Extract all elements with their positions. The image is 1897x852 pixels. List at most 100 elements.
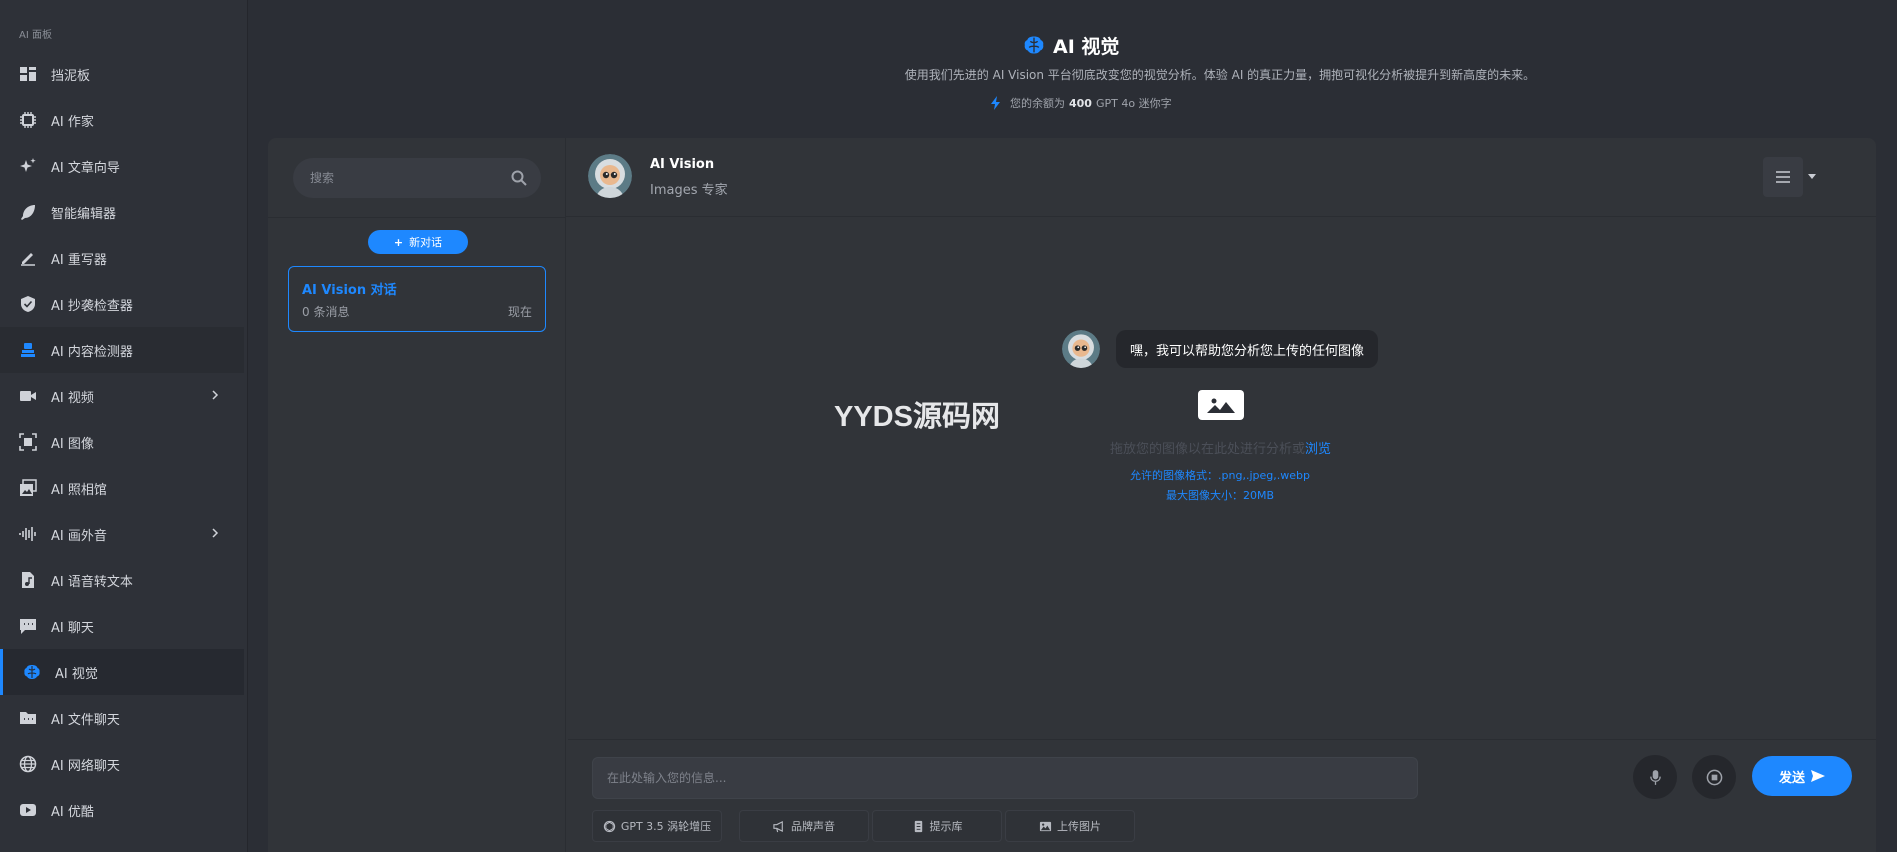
send-button[interactable]: 发送: [1752, 756, 1852, 796]
balance-info: 您的余额为 400 GPT 4o 迷你字: [990, 95, 1172, 111]
sidebar-item-file-chat[interactable]: AI 文件聊天: [0, 695, 244, 741]
audio-file-icon: [19, 571, 37, 589]
dashboard-icon: [19, 65, 37, 83]
sidebar-item-label: 智能编辑器: [51, 206, 117, 222]
sidebar-item-label: 挡泥板: [51, 68, 91, 84]
sidebar-item-article-wizard[interactable]: AI 文章向导: [0, 143, 244, 189]
page-subtitle: 使用我们先进的 AI Vision 平台彻底改变您的视觉分析。体验 AI 的真正…: [904, 68, 1536, 82]
sidebar-item-label: AI 视觉: [55, 666, 98, 682]
shield-check-icon: [19, 295, 37, 313]
composer-divider: [568, 739, 1876, 740]
sidebar-item-web-chat[interactable]: AI 网络聊天: [0, 741, 244, 787]
plus-icon: +: [393, 235, 404, 249]
globe-icon: [19, 755, 37, 773]
send-label: 发送: [1778, 770, 1805, 786]
photo-gallery-icon: [19, 479, 37, 497]
sidebar-item-ai-writer[interactable]: AI 作家: [0, 97, 244, 143]
sidebar-item-dashboard[interactable]: 挡泥板: [0, 51, 244, 97]
sidebar-item-youtube[interactable]: AI 优酷: [0, 787, 244, 833]
library-icon: [914, 820, 922, 832]
sidebar-item-label: AI 优酷: [51, 804, 94, 820]
send-icon: [1811, 770, 1825, 782]
hamburger-icon: [1776, 171, 1790, 183]
sidebar-item-rewriter[interactable]: AI 重写器: [0, 235, 244, 281]
page-title-text: AI 视觉: [1053, 35, 1120, 58]
image-scan-icon: [19, 433, 37, 451]
youtube-icon: [19, 801, 37, 819]
image-drop-icon[interactable]: [1198, 390, 1244, 420]
sidebar-item-label: AI 照相馆: [51, 482, 107, 498]
menu-button[interactable]: [1763, 157, 1803, 197]
brand-voice-button[interactable]: 品牌声音: [739, 810, 869, 842]
chat-header: AI Vision Images 专家: [566, 138, 1876, 217]
sidebar-item-image[interactable]: AI 图像: [0, 419, 244, 465]
openai-icon: [603, 820, 615, 832]
chevron-right-icon: [212, 528, 219, 538]
browse-link[interactable]: 浏览: [1305, 442, 1331, 457]
feather-icon: [19, 203, 37, 221]
bot-name: AI Vision: [650, 157, 715, 172]
new-chat-button[interactable]: + 新对话: [368, 230, 468, 254]
divider: [268, 217, 566, 218]
sidebar-item-label: AI 视频: [51, 390, 94, 406]
sidebar-item-photo-studio[interactable]: AI 照相馆: [0, 465, 244, 511]
waveform-icon: [19, 525, 37, 543]
sidebar-item-vision[interactable]: AI 视觉: [0, 649, 244, 695]
sidebar-section-label: AI 面板: [19, 30, 52, 41]
balance-suffix: GPT 4o 迷你字: [1095, 97, 1172, 110]
sidebar-item-smart-editor[interactable]: 智能编辑器: [0, 189, 244, 235]
caret-down-icon[interactable]: [1808, 174, 1816, 180]
tool-label: 提示库: [929, 820, 963, 833]
sidebar-item-label: AI 网络聊天: [51, 758, 120, 774]
new-chat-label: 新对话: [409, 236, 443, 249]
conversation-title: AI Vision 对话: [302, 283, 397, 298]
sidebar-item-content-detector[interactable]: AI 内容检测器: [0, 327, 244, 373]
megaphone-icon: [773, 820, 783, 832]
microphone-icon: [1649, 769, 1661, 785]
sidebar: AI 面板 挡泥板 AI 作家 AI 文章向导 智能编辑器 AI 重写器 AI …: [0, 0, 248, 852]
tool-label: 上传图片: [1057, 820, 1101, 833]
sidebar-item-label: AI 画外音: [51, 528, 107, 544]
folder-icon: [19, 709, 37, 727]
microphone-button[interactable]: [1633, 755, 1677, 799]
conversation-item[interactable]: AI Vision 对话 0 条消息 现在: [288, 266, 546, 332]
upload-image-icon: [1039, 821, 1052, 831]
conversation-time: 现在: [507, 305, 532, 319]
search-input[interactable]: [293, 158, 493, 198]
watermark: YYDS源码网: [834, 401, 1000, 433]
chip-icon: [19, 111, 37, 129]
video-icon: [19, 387, 37, 405]
conversation-message-count: 0 条消息: [302, 305, 350, 319]
stop-button[interactable]: [1692, 755, 1736, 799]
sidebar-item-label: AI 图像: [51, 436, 94, 452]
allowed-formats: 允许的图像格式：.png,.jpeg,.webp: [1130, 469, 1310, 482]
prompt-library-button[interactable]: 提示库: [872, 810, 1002, 842]
bot-greeting-message: 嘿，我可以帮助您分析您上传的任何图像: [1116, 330, 1379, 368]
lightning-icon: [991, 96, 1000, 110]
page-title: AI 视觉: [1023, 32, 1119, 58]
sidebar-item-chat[interactable]: AI 聊天: [0, 603, 244, 649]
search-box: [293, 158, 541, 198]
sidebar-item-label: AI 文件聊天: [51, 712, 120, 728]
sidebar-item-label: AI 文章向导: [51, 160, 120, 176]
sidebar-item-label: AI 重写器: [51, 252, 107, 268]
tool-label: 品牌声音: [791, 820, 835, 833]
sidebar-item-plagiarism[interactable]: AI 抄袭检查器: [0, 281, 244, 327]
sidebar-item-label: AI 抄袭检查器: [51, 298, 133, 314]
chevron-right-icon: [212, 390, 219, 400]
sidebar-item-label: AI 作家: [51, 114, 94, 130]
brain-icon: [23, 663, 41, 681]
max-image-size: 最大图像大小：20MB: [1165, 489, 1275, 502]
bot-avatar: [588, 154, 632, 198]
sidebar-item-speech-to-text[interactable]: AI 语音转文本: [0, 557, 244, 603]
model-selector-button[interactable]: GPT 3.5 涡轮增压: [592, 810, 722, 842]
search-icon[interactable]: [511, 170, 527, 186]
sidebar-item-video[interactable]: AI 视频: [0, 373, 244, 419]
message-input[interactable]: [592, 757, 1418, 799]
stop-icon: [1706, 769, 1722, 785]
upload-image-button[interactable]: 上传图片: [1005, 810, 1135, 842]
brain-icon: [1024, 36, 1044, 54]
drop-zone-text: 拖放您的图像以在此处进行分析或浏览: [1110, 438, 1331, 457]
sidebar-item-voiceover[interactable]: AI 画外音: [0, 511, 244, 557]
sidebar-item-label: AI 聊天: [51, 620, 94, 636]
